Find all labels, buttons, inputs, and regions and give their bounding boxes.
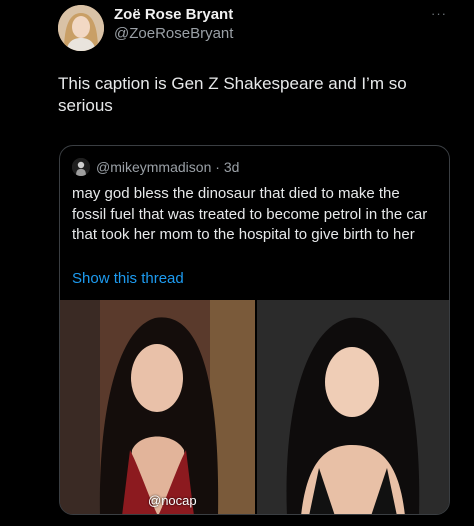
tweet-text: This caption is Gen Z Shakespeare and I’… — [58, 74, 407, 115]
red-carpet-photo-icon — [60, 300, 255, 514]
profile-photo-icon — [72, 158, 90, 176]
quoted-tweet-meta: @mikeymmadison · 3d — [96, 159, 239, 175]
quoted-tweet-time[interactable]: 3d — [224, 159, 240, 175]
media-photo-right[interactable] — [257, 300, 449, 514]
profile-photo-icon — [58, 5, 104, 51]
quoted-author-handle[interactable]: @mikeymmadison — [96, 159, 211, 175]
red-carpet-photo-icon — [257, 300, 449, 514]
quoted-author-avatar[interactable] — [72, 158, 90, 176]
quoted-tweet[interactable]: @mikeymmadison · 3d may god bless the di… — [59, 145, 450, 515]
show-thread-link[interactable]: Show this thread — [72, 270, 184, 287]
more-options-icon[interactable]: ··· — [431, 6, 447, 21]
author-avatar[interactable] — [58, 5, 104, 51]
quoted-tweet-text: may god bless the dinosaur that died to … — [72, 185, 428, 243]
media-photo-left[interactable] — [60, 300, 255, 514]
author-handle[interactable]: @ZoeRoseBryant — [114, 25, 233, 42]
quoted-tweet-media[interactable]: @nocap — [60, 300, 449, 514]
tweet-screenshot: Zoë Rose Bryant @ZoeRoseBryant ··· This … — [0, 0, 474, 526]
author-name[interactable]: Zoë Rose Bryant — [114, 6, 233, 23]
meta-separator: · — [215, 159, 220, 175]
photo-watermark: @nocap — [148, 493, 197, 508]
